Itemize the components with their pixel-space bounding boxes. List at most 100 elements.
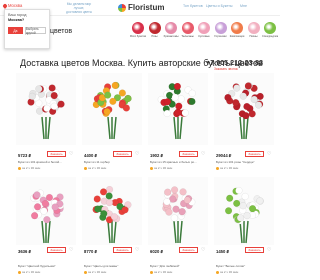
category-image bbox=[132, 22, 144, 34]
choose-other-city-button[interactable]: Выбрать другой bbox=[24, 27, 46, 35]
bouquet-illustration bbox=[157, 82, 196, 140]
delivery-dot-icon bbox=[84, 270, 87, 274]
category-item[interactable]: Кустовые bbox=[196, 22, 212, 38]
category-image bbox=[231, 22, 243, 34]
city-confirm-popup: Ваш город Москва? Да Выбрать другой bbox=[4, 9, 50, 49]
product-photo[interactable] bbox=[148, 73, 208, 145]
heart-icon[interactable]: ♡ bbox=[267, 247, 271, 253]
category-image bbox=[247, 22, 260, 34]
nav-more[interactable]: Мне bbox=[240, 4, 247, 8]
callback-link[interactable]: Заказать звонок bbox=[214, 67, 238, 71]
location-selector[interactable]: Москва bbox=[2, 2, 23, 9]
category-image bbox=[181, 22, 194, 34]
delivery-dot-icon bbox=[18, 270, 21, 274]
order-button[interactable]: Заказать bbox=[245, 151, 264, 157]
category-item[interactable]: Хризантемы bbox=[163, 22, 179, 38]
category-image bbox=[198, 22, 210, 34]
product-card[interactable]: 29044 ₽ Заказать ♡ Букет из 101 розы "Сердц… bbox=[214, 73, 274, 173]
category-label: Хризантемы bbox=[163, 35, 179, 38]
product-card[interactable]: 3636 ₽ Заказать ♡ Букет "Цветной будильник"… bbox=[16, 177, 76, 277]
product-photo[interactable] bbox=[148, 177, 208, 245]
location-pin-icon bbox=[2, 2, 8, 9]
confirm-city-button[interactable]: Да bbox=[8, 27, 23, 34]
location-label: Москва bbox=[8, 3, 23, 8]
bouquet-illustration bbox=[92, 185, 132, 244]
nav-top-bouquets[interactable]: Топ букетов bbox=[183, 4, 203, 8]
delivery-time: за 2 ч 30 мин bbox=[154, 166, 173, 170]
product-description: Букет из 101 розы "Сердце" bbox=[216, 160, 255, 164]
order-button[interactable]: Заказать bbox=[179, 151, 198, 157]
bouquet-illustration bbox=[162, 186, 196, 244]
order-button[interactable]: Заказать bbox=[47, 151, 66, 157]
delivery-info: за 2 ч 30 мин bbox=[18, 270, 40, 274]
category-label: Пионы bbox=[249, 35, 258, 38]
order-button[interactable]: Заказать bbox=[179, 247, 198, 253]
city-name: Москва? bbox=[8, 18, 25, 22]
heart-icon[interactable]: ♡ bbox=[69, 247, 73, 253]
product-photo[interactable] bbox=[16, 73, 76, 145]
product-description: Букет из 11 гербер bbox=[84, 160, 110, 164]
product-photo[interactable] bbox=[214, 177, 274, 245]
category-item[interactable]: Фото букетов bbox=[130, 22, 146, 38]
product-card[interactable]: 8770 ₽ Заказать ♡ Букет "Цветы для мамы" за … bbox=[82, 177, 142, 277]
product-price: 6020 ₽ bbox=[150, 249, 164, 254]
nav-flowers[interactable]: Цветы и Букеты bbox=[206, 4, 232, 8]
delivery-info: за 2 ч 30 мин bbox=[150, 166, 172, 170]
delivery-time: за 2 ч 30 мин bbox=[220, 166, 239, 170]
delivery-time: за 2 ч 30 мин bbox=[88, 270, 107, 274]
product-description: Букет "Цветы для мамы" bbox=[84, 264, 119, 268]
product-card[interactable]: 6020 ₽ Заказать ♡ Букет "Для любимой" за 2 ч… bbox=[148, 177, 208, 277]
product-description: Букет "Для любимой" bbox=[150, 264, 180, 268]
delivery-dot-icon bbox=[150, 270, 153, 274]
delivery-dot-icon bbox=[18, 166, 21, 170]
bouquet-illustration bbox=[92, 81, 132, 140]
order-button[interactable]: Заказать bbox=[113, 151, 132, 157]
product-photo[interactable] bbox=[16, 177, 76, 245]
product-description: Букет из 15 красных и белых ро... bbox=[150, 160, 197, 164]
order-button[interactable]: Заказать bbox=[113, 247, 132, 253]
product-price: 4400 ₽ bbox=[84, 153, 98, 158]
bouquet-illustration bbox=[27, 84, 65, 140]
heart-icon[interactable]: ♡ bbox=[201, 151, 205, 157]
product-card[interactable]: 1450 ₽ Заказать ♡ Букет "Белые лилии" за 2 ч… bbox=[214, 177, 274, 277]
category-item[interactable]: Пионы bbox=[246, 22, 262, 38]
delivery-dot-icon bbox=[84, 166, 87, 170]
delivery-dot-icon bbox=[150, 166, 153, 170]
product-photo[interactable] bbox=[214, 73, 274, 145]
category-item[interactable]: Тюльпаны bbox=[180, 22, 196, 38]
product-price: 5723 ₽ bbox=[18, 153, 32, 158]
category-item[interactable]: Розы bbox=[147, 22, 163, 38]
category-item[interactable]: Спецпредложения bbox=[262, 22, 278, 38]
logo-icon bbox=[118, 3, 126, 12]
delivery-info: за 2 ч 30 мин bbox=[84, 270, 106, 274]
delivery-info: за 2 ч 30 мин bbox=[216, 166, 238, 170]
heart-icon[interactable]: ♡ bbox=[201, 247, 205, 253]
product-price: 29044 ₽ bbox=[216, 153, 232, 158]
category-label: Тюльпаны bbox=[181, 35, 194, 38]
logo-text: Floristum bbox=[128, 3, 165, 12]
phone-number[interactable]: +7 905 212-23-83 bbox=[206, 58, 263, 67]
category-image bbox=[214, 22, 227, 34]
product-card[interactable]: 5723 ₽ Заказать ♡ Букет из 101 красной и бе… bbox=[16, 73, 76, 173]
bouquet-illustration bbox=[30, 189, 64, 244]
order-button[interactable]: Заказать bbox=[47, 247, 66, 253]
delivery-time: за 2 ч 30 мин bbox=[220, 270, 239, 274]
product-card[interactable]: 4400 ₽ Заказать ♡ Букет из 11 гербер за 2 ч … bbox=[82, 73, 142, 173]
product-description: Букет "Цветной будильник" bbox=[18, 264, 56, 268]
category-item[interactable]: Гортензии bbox=[213, 22, 229, 38]
product-photo[interactable] bbox=[82, 73, 142, 145]
delivery-time: за 2 ч 30 мин bbox=[22, 166, 41, 170]
heart-icon[interactable]: ♡ bbox=[267, 151, 271, 157]
heart-icon[interactable]: ♡ bbox=[135, 151, 139, 157]
product-photo[interactable] bbox=[82, 177, 142, 245]
site-logo[interactable]: Floristum bbox=[118, 3, 164, 12]
order-button[interactable]: Заказать bbox=[245, 247, 264, 253]
heart-icon[interactable]: ♡ bbox=[135, 247, 139, 253]
category-item[interactable]: Композиции bbox=[229, 22, 245, 38]
product-card[interactable]: 1902 ₽ Заказать ♡ Букет из 15 красных и бел… bbox=[148, 73, 208, 173]
category-image bbox=[148, 22, 161, 34]
heart-icon[interactable]: ♡ bbox=[69, 151, 73, 157]
category-strip: Фото букетов Розы Хризантемы Тюльпаны Кустов… bbox=[130, 22, 280, 52]
product-description: Букет из 101 красной и белой... bbox=[18, 160, 62, 164]
delivery-time: за 2 ч 30 мин bbox=[88, 166, 107, 170]
